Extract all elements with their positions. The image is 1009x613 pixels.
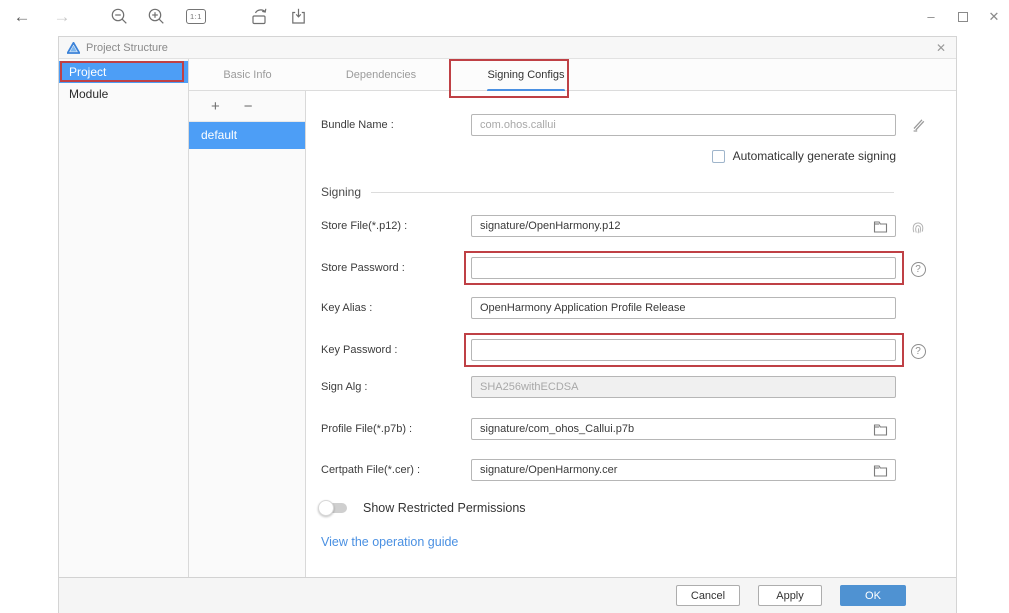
- dialog-titlebar: Project Structure ✕: [59, 37, 956, 59]
- fingerprint-icon[interactable]: [909, 218, 927, 236]
- store-file-input[interactable]: [471, 215, 896, 237]
- app-window: ← → 1:1 – ✕ Project Structure ✕: [0, 0, 1009, 613]
- export-icon[interactable]: [289, 0, 308, 33]
- ok-button[interactable]: OK: [840, 585, 906, 606]
- add-config-button[interactable]: +: [211, 99, 220, 114]
- back-icon[interactable]: ←: [10, 0, 34, 33]
- dialog-main: Basic Info Dependencies Signing Configs …: [189, 59, 956, 577]
- profile-file-input[interactable]: [471, 418, 896, 440]
- project-structure-dialog: Project Structure ✕ Project Module Basic…: [58, 36, 957, 613]
- sign-alg-row: Sign Alg :: [306, 376, 956, 398]
- sidebar-item-module[interactable]: Module: [59, 83, 188, 105]
- signing-section-title: Signing: [321, 185, 361, 199]
- auto-signing-row: Automatically generate signing: [471, 149, 896, 163]
- dialog-body: Project Module Basic Info Dependencies S…: [59, 59, 956, 577]
- bundle-name-input: [471, 114, 896, 136]
- profile-file-label: Profile File(*.p7b) :: [321, 423, 412, 435]
- toggle-knob: [318, 500, 334, 516]
- certpath-file-row: Certpath File(*.cer) :: [306, 459, 956, 481]
- dialog-sidebar: Project Module: [59, 59, 189, 577]
- cancel-button[interactable]: Cancel: [676, 585, 740, 606]
- bundle-name-row: Bundle Name :: [306, 114, 956, 136]
- bundle-name-label: Bundle Name :: [321, 119, 394, 131]
- config-item-default[interactable]: default: [189, 122, 305, 149]
- certpath-file-folder-icon[interactable]: [870, 462, 890, 478]
- top-toolbar: ← → 1:1 – ✕: [0, 0, 1009, 33]
- zoom-in-icon[interactable]: [147, 0, 166, 33]
- key-password-input[interactable]: [471, 339, 896, 361]
- tab-content: + − default Bundle Name :: [189, 91, 956, 577]
- auto-signing-checkbox[interactable]: [712, 150, 725, 163]
- store-password-input[interactable]: [471, 257, 896, 279]
- store-file-row: Store File(*.p12) :: [306, 215, 956, 237]
- sign-alg-label: Sign Alg :: [321, 381, 367, 393]
- operation-guide-link[interactable]: View the operation guide: [321, 535, 458, 549]
- key-alias-input[interactable]: [471, 297, 896, 319]
- sign-alg-input: [471, 376, 896, 398]
- maximize-icon[interactable]: [950, 0, 976, 33]
- store-password-label: Store Password :: [321, 262, 405, 274]
- dialog-title: Project Structure: [86, 42, 168, 54]
- profile-file-folder-icon[interactable]: [870, 421, 890, 437]
- zoom-out-icon[interactable]: [110, 0, 129, 33]
- key-password-row: Key Password : ?: [306, 339, 956, 361]
- close-icon[interactable]: ✕: [981, 0, 1007, 33]
- key-alias-row: Key Alias :: [306, 297, 956, 319]
- actual-size-icon[interactable]: 1:1: [186, 9, 206, 24]
- dialog-close-icon[interactable]: ✕: [936, 37, 946, 59]
- edit-icon[interactable]: [909, 116, 927, 134]
- remove-config-button[interactable]: −: [244, 99, 253, 114]
- profile-file-row: Profile File(*.p7b) :: [306, 418, 956, 440]
- store-file-label: Store File(*.p12) :: [321, 220, 407, 232]
- key-password-label: Key Password :: [321, 344, 397, 356]
- section-divider: [371, 192, 894, 193]
- store-file-folder-icon[interactable]: [870, 218, 890, 234]
- store-password-row: Store Password : ?: [306, 257, 956, 279]
- key-password-help-icon[interactable]: ?: [909, 342, 927, 360]
- tab-bar: Basic Info Dependencies Signing Configs: [189, 59, 956, 91]
- store-password-help-icon[interactable]: ?: [909, 260, 927, 278]
- key-alias-label: Key Alias :: [321, 302, 372, 314]
- signing-form: Bundle Name : Automatically generate sig…: [306, 91, 956, 577]
- dialog-footer: Cancel Apply OK: [59, 577, 956, 613]
- certpath-file-label: Certpath File(*.cer) :: [321, 464, 420, 476]
- auto-signing-label: Automatically generate signing: [733, 149, 896, 163]
- restricted-permissions-row: Show Restricted Permissions: [321, 499, 526, 517]
- rotate-icon[interactable]: [250, 0, 270, 33]
- tab-signing-configs[interactable]: Signing Configs: [456, 59, 596, 91]
- config-list-toolbar: + −: [189, 91, 305, 122]
- minimize-icon[interactable]: –: [918, 0, 944, 33]
- tab-basic-info[interactable]: Basic Info: [189, 59, 306, 91]
- signing-config-list-panel: + − default: [189, 91, 306, 577]
- tab-dependencies[interactable]: Dependencies: [306, 59, 456, 91]
- restricted-permissions-label: Show Restricted Permissions: [363, 501, 526, 515]
- restricted-permissions-toggle[interactable]: [321, 503, 347, 513]
- signing-section-header: Signing: [321, 185, 894, 199]
- forward-icon: →: [50, 0, 74, 33]
- deveco-logo-icon: [67, 42, 80, 54]
- certpath-file-input[interactable]: [471, 459, 896, 481]
- sidebar-item-project[interactable]: Project: [59, 61, 188, 83]
- apply-button[interactable]: Apply: [758, 585, 822, 606]
